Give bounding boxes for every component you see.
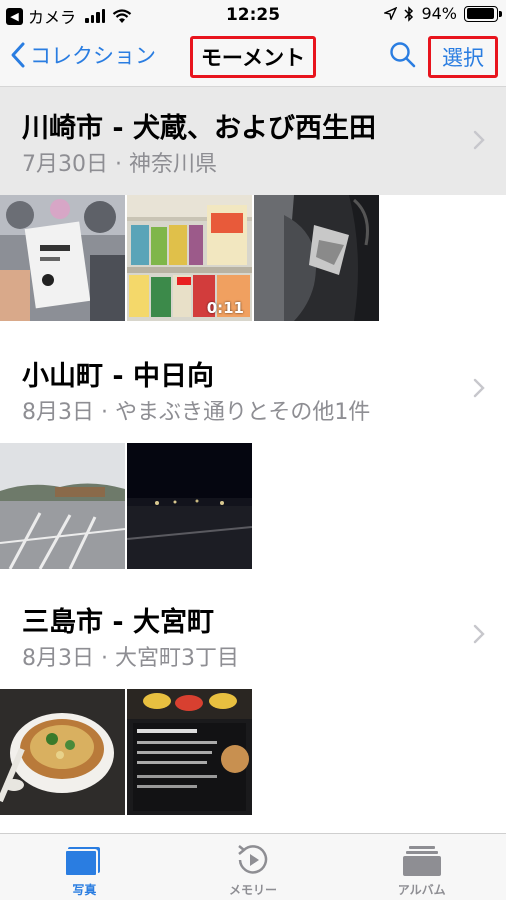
moment-header[interactable]: 川崎市 - 犬蔵、および西生田 7月30日 · 神奈川県 xyxy=(0,87,506,195)
status-bar-right: 94% xyxy=(384,4,502,23)
photo-grid xyxy=(0,689,252,815)
bluetooth-icon xyxy=(404,5,414,22)
moment-header[interactable]: 三島市 - 大宮町 8月3日 · 大宮町3丁目 xyxy=(0,581,506,689)
moment-subtitle: 8月3日 · やまぶき通りとその他1件 xyxy=(22,400,371,425)
video-thumbnail[interactable]: 0:11 xyxy=(127,195,252,321)
chevron-right-icon xyxy=(473,378,485,398)
status-bar: ◀ カメラ 12:25 94% xyxy=(0,0,506,30)
moment-header[interactable]: 小山町 - 中日向 8月3日 · やまぶき通りとその他1件 xyxy=(0,335,506,443)
photo-thumbnail[interactable] xyxy=(127,443,252,569)
photo-thumbnail[interactable] xyxy=(0,443,125,569)
search-icon xyxy=(390,42,416,68)
tab-label: アルバム xyxy=(397,883,446,897)
photo-grid: 0:11 xyxy=(0,195,379,321)
back-button-label: コレクション xyxy=(30,44,156,68)
moment-title: 三島市 - 大宮町 xyxy=(22,607,215,638)
moment-title: 小山町 - 中日向 xyxy=(22,361,215,392)
photo-thumbnail[interactable] xyxy=(0,195,125,321)
tab-label: メモリー xyxy=(229,883,278,897)
search-button[interactable] xyxy=(388,40,418,70)
select-button[interactable]: 選択 xyxy=(428,36,498,78)
tab-bar: 写真 メモリー アルバム xyxy=(0,833,506,900)
moment-title: 川崎市 - 犬蔵、および西生田 xyxy=(22,113,377,144)
video-duration: 0:11 xyxy=(206,299,244,317)
navigation-bar: コレクション モーメント 選択 xyxy=(0,30,506,87)
chevron-right-icon xyxy=(473,130,485,150)
tab-albums[interactable]: アルバム xyxy=(337,834,506,900)
moment-section: 小山町 - 中日向 8月3日 · やまぶき通りとその他1件 xyxy=(0,335,506,569)
moment-section: 三島市 - 大宮町 8月3日 · 大宮町3丁目 xyxy=(0,581,506,815)
location-arrow-icon xyxy=(384,7,398,20)
moment-section: 川崎市 - 犬蔵、および西生田 7月30日 · 神奈川県 0:11 xyxy=(0,87,506,321)
photo-thumbnail[interactable] xyxy=(254,195,379,321)
battery-icon xyxy=(464,5,502,22)
photos-icon xyxy=(64,847,101,877)
albums-icon xyxy=(402,846,441,876)
photo-grid xyxy=(0,443,252,569)
tab-photos[interactable]: 写真 xyxy=(0,834,169,900)
moment-subtitle: 8月3日 · 大宮町3丁目 xyxy=(22,646,239,671)
memories-icon xyxy=(238,845,268,874)
chevron-left-icon xyxy=(11,42,25,68)
moment-subtitle: 7月30日 · 神奈川県 xyxy=(22,152,217,177)
battery-percent: 94% xyxy=(421,4,457,23)
back-button[interactable]: コレクション xyxy=(10,40,156,70)
tab-label: 写真 xyxy=(72,883,97,897)
chevron-right-icon xyxy=(473,624,485,644)
photo-thumbnail[interactable] xyxy=(127,689,252,815)
page-title: モーメント xyxy=(190,36,316,78)
tab-memories[interactable]: メモリー xyxy=(169,834,338,900)
photo-thumbnail[interactable] xyxy=(0,689,125,815)
